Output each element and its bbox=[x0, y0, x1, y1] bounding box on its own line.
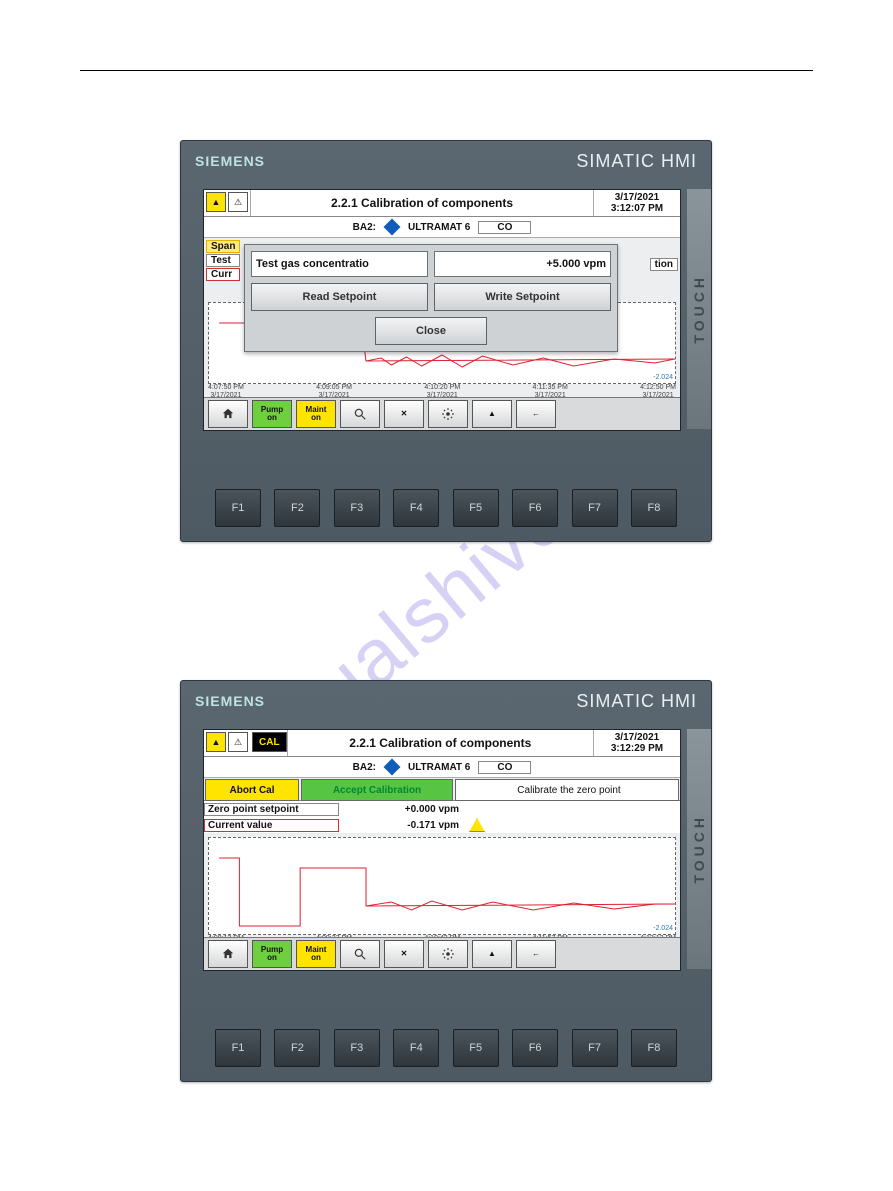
back-button[interactable]: ← bbox=[516, 940, 556, 968]
f2-key[interactable]: F2 bbox=[274, 489, 320, 527]
f4-key[interactable]: F4 bbox=[393, 1029, 439, 1067]
f3-key[interactable]: F3 bbox=[334, 489, 380, 527]
param-value[interactable]: +5.000 vpm bbox=[434, 251, 611, 277]
screen-2: ▲ ⚠ CAL 2.2.1 Calibration of components … bbox=[203, 729, 681, 971]
warning-icon[interactable]: ⚠ bbox=[228, 192, 248, 212]
page-title: 2.2.1 Calibration of components bbox=[287, 730, 594, 756]
touch-stripe: TOUCH bbox=[687, 729, 711, 969]
hmi-panel-2: SIEMENS SIMATIC HMI TOUCH ▲ ⚠ CAL 2.2.1 … bbox=[180, 680, 712, 1082]
f6-key[interactable]: F6 bbox=[512, 489, 558, 527]
model-label: SIMATIC HMI bbox=[576, 691, 697, 712]
alert-icon[interactable]: ▲ bbox=[206, 732, 226, 752]
f2-key[interactable]: F2 bbox=[274, 1029, 320, 1067]
hmi-panel-1: SIEMENS SIMATIC HMI TOUCH ▲ ⚠ 2.2.1 Cali… bbox=[180, 140, 712, 542]
f5-key[interactable]: F5 bbox=[453, 1029, 499, 1067]
zero-setpoint-label: Zero point setpoint bbox=[204, 803, 339, 816]
zoom-button[interactable] bbox=[340, 940, 380, 968]
y-right-2: -2.024 bbox=[653, 925, 673, 932]
write-setpoint-button[interactable]: Write Setpoint bbox=[434, 283, 611, 311]
tools-button[interactable]: ✕ bbox=[384, 400, 424, 428]
zoom-button[interactable] bbox=[340, 400, 380, 428]
settings-button[interactable] bbox=[428, 400, 468, 428]
toolbar: Pumpon Mainton ✕ ▲ ← bbox=[204, 397, 680, 430]
span-tab[interactable]: Span bbox=[206, 240, 240, 253]
ba-label: BA2: bbox=[353, 222, 376, 233]
f1-key[interactable]: F1 bbox=[215, 1029, 261, 1067]
f1-key[interactable]: F1 bbox=[215, 489, 261, 527]
close-button[interactable]: Close bbox=[375, 317, 487, 345]
device-name: ULTRAMAT 6 bbox=[408, 222, 470, 233]
model-label: SIMATIC HMI bbox=[576, 151, 697, 172]
function-keys: F1 F2 F3 F4 F5 F6 F7 F8 bbox=[215, 489, 677, 525]
screen-1: ▲ ⚠ 2.2.1 Calibration of components 3/17… bbox=[203, 189, 681, 431]
param-label: Test gas concentratio bbox=[251, 251, 428, 277]
f4-key[interactable]: F4 bbox=[393, 489, 439, 527]
clock: 3/17/2021 3:12:29 PM bbox=[594, 730, 680, 756]
status-message: Calibrate the zero point bbox=[455, 779, 679, 801]
clock: 3/17/2021 3:12:07 PM bbox=[594, 190, 680, 216]
device-name: ULTRAMAT 6 bbox=[408, 762, 470, 773]
tools-button[interactable]: ✕ bbox=[384, 940, 424, 968]
home-button[interactable] bbox=[208, 940, 248, 968]
diamond-icon bbox=[383, 219, 400, 236]
settings-button[interactable] bbox=[428, 940, 468, 968]
f8-key[interactable]: F8 bbox=[631, 1029, 677, 1067]
zero-setpoint-row: Zero point setpoint +0.000 vpm bbox=[204, 801, 680, 817]
touch-stripe: TOUCH bbox=[687, 189, 711, 429]
function-keys: F1 F2 F3 F4 F5 F6 F7 F8 bbox=[215, 1029, 677, 1065]
f3-key[interactable]: F3 bbox=[334, 1029, 380, 1067]
warning-triangle-icon bbox=[469, 818, 485, 832]
brand-logo: SIEMENS bbox=[195, 153, 265, 169]
pump-button[interactable]: Pumpon bbox=[252, 400, 292, 428]
f7-key[interactable]: F7 bbox=[572, 489, 618, 527]
right-frag: tion bbox=[650, 258, 678, 271]
accept-cal-button[interactable]: Accept Calibration bbox=[301, 779, 453, 801]
pump-button[interactable]: Pumpon bbox=[252, 940, 292, 968]
alarm-button[interactable]: ▲ bbox=[472, 940, 512, 968]
ba-label: BA2: bbox=[353, 762, 376, 773]
setpoint-dialog: Test gas concentratio +5.000 vpm Read Se… bbox=[244, 244, 618, 352]
warning-icon[interactable]: ⚠ bbox=[228, 732, 248, 752]
page-title: 2.2.1 Calibration of components bbox=[250, 190, 594, 216]
abort-cal-button[interactable]: Abort Cal bbox=[205, 779, 299, 801]
gas-field[interactable]: CO bbox=[478, 221, 531, 234]
maint-button[interactable]: Mainton bbox=[296, 400, 336, 428]
back-button[interactable]: ← bbox=[516, 400, 556, 428]
f5-key[interactable]: F5 bbox=[453, 489, 499, 527]
diamond-icon bbox=[383, 759, 400, 776]
brand-logo: SIEMENS bbox=[195, 693, 265, 709]
trend-chart-2: -2.024 bbox=[208, 837, 676, 935]
current-value-row: Current value -0.171 vpm bbox=[204, 817, 680, 833]
cal-tag: CAL bbox=[252, 732, 287, 752]
read-setpoint-button[interactable]: Read Setpoint bbox=[251, 283, 428, 311]
maint-button[interactable]: Mainton bbox=[296, 940, 336, 968]
alert-icon[interactable]: ▲ bbox=[206, 192, 226, 212]
gas-field[interactable]: CO bbox=[478, 761, 531, 774]
f8-key[interactable]: F8 bbox=[631, 489, 677, 527]
toolbar: Pumpon Mainton ✕ ▲ ← bbox=[204, 937, 680, 970]
test-tab[interactable]: Test bbox=[206, 254, 240, 267]
current-tab[interactable]: Curr bbox=[206, 268, 240, 281]
current-value-label: Current value bbox=[204, 819, 339, 832]
y-right-1: -2.024 bbox=[653, 374, 673, 381]
alarm-button[interactable]: ▲ bbox=[472, 400, 512, 428]
header-rule bbox=[80, 70, 813, 71]
f6-key[interactable]: F6 bbox=[512, 1029, 558, 1067]
home-button[interactable] bbox=[208, 400, 248, 428]
f7-key[interactable]: F7 bbox=[572, 1029, 618, 1067]
